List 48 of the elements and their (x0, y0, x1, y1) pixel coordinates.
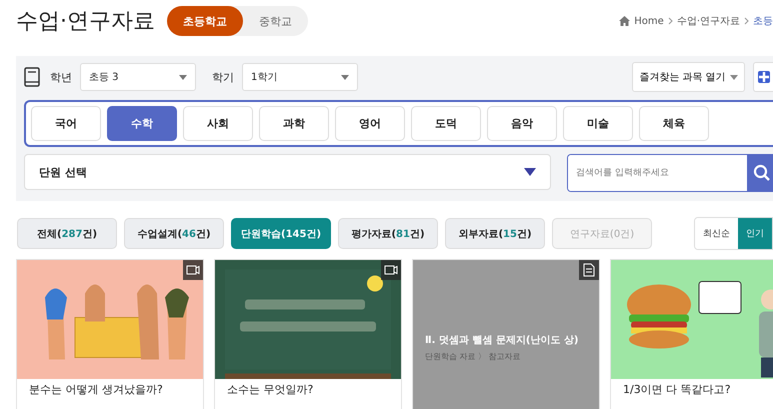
school-tab[interactable]: 중학교 (243, 6, 308, 36)
subject-tab[interactable]: 영어 (335, 106, 405, 141)
category-tab[interactable]: 평가자료(81건) (338, 218, 438, 249)
sort-option[interactable]: 인기 (738, 218, 772, 249)
category-tab[interactable]: 수업설계(46건) (124, 218, 224, 249)
category-tab[interactable]: 전체(287건) (17, 218, 117, 249)
card-title: 소수는 무엇일까? (226, 382, 314, 397)
search-icon (753, 164, 771, 182)
video-icon (381, 260, 401, 280)
breadcrumb-link[interactable]: Home (634, 16, 664, 26)
resource-card[interactable]: 분수는 어떻게 생겨났을까? (16, 259, 204, 409)
card-overlay-path: 단원학습 자료 〉 참고자료 (425, 351, 522, 362)
page-title: 수업·연구자료 (16, 8, 155, 36)
grade-dropdown[interactable]: 초등 3 (80, 63, 196, 91)
card-title: 1/3이면 다 똑같다고? (622, 382, 732, 397)
subject-tab[interactable]: 과학 (259, 106, 329, 141)
unit-dropdown[interactable]: 단원 선택 (24, 154, 551, 190)
breadcrumb-link[interactable]: 수업·연구자료 (676, 14, 740, 28)
subject-tab[interactable]: 도덕 (411, 106, 481, 141)
favorites-dropdown[interactable]: 즐겨찾는 과목 열기 (632, 62, 745, 92)
resource-card[interactable]: 1/3이면 다 똑같다고? (610, 259, 773, 409)
home-icon (619, 16, 630, 26)
subject-tab[interactable]: 체육 (639, 106, 709, 141)
chevron-icon (744, 17, 749, 25)
add-button[interactable] (753, 62, 773, 92)
breadcrumb-link[interactable]: 초등 (753, 14, 773, 28)
subject-tab[interactable]: 사회 (183, 106, 253, 141)
plus-icon (758, 71, 770, 83)
school-tab[interactable]: 초등학교 (167, 6, 243, 36)
subject-tab[interactable]: 수학 (107, 106, 177, 141)
search-field[interactable]: 검색어를 입력해주세요 (567, 154, 773, 192)
search-button[interactable] (747, 155, 773, 191)
category-tab[interactable]: 단원학습(145건) (231, 218, 331, 249)
grade-label: 학년 (50, 70, 72, 84)
card-title: 분수는 어떻게 생겨났을까? (28, 382, 164, 397)
resource-card[interactable]: 소수는 무엇일까? (214, 259, 402, 409)
chevron-icon (668, 17, 673, 25)
subject-tab[interactable]: 국어 (31, 106, 101, 141)
book-icon (24, 67, 40, 87)
term-label: 학기 (212, 70, 234, 84)
card-overlay-title: Ⅱ. 덧셈과 뺄셈 문제지(난이도 상) (425, 334, 580, 347)
subject-tab[interactable]: 미술 (563, 106, 633, 141)
term-dropdown[interactable]: 1학기 (242, 63, 358, 91)
category-tab[interactable]: 외부자료(15건) (445, 218, 545, 249)
document-icon (579, 260, 599, 280)
subject-tab[interactable]: 음악 (487, 106, 557, 141)
caret-icon (524, 168, 536, 176)
video-icon (183, 260, 203, 280)
